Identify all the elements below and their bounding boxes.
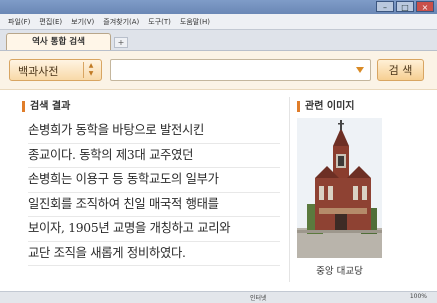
tab-history-search[interactable]: 역사 통합 검색 bbox=[6, 33, 111, 50]
new-tab-button[interactable]: + bbox=[114, 37, 128, 48]
cathedral-photo[interactable] bbox=[297, 118, 382, 258]
menu-file[interactable]: 파일(F) bbox=[8, 17, 30, 27]
result-line: 손병희가 동학을 바탕으로 발전시킨 bbox=[28, 119, 280, 144]
window-controls: – □ × bbox=[376, 1, 434, 12]
maximize-icon[interactable]: □ bbox=[396, 1, 414, 12]
menu-help[interactable]: 도움말(H) bbox=[180, 17, 210, 27]
status-bar: 인터넷 100% bbox=[0, 291, 437, 303]
menu-tools[interactable]: 도구(T) bbox=[148, 17, 171, 27]
minimize-icon[interactable]: – bbox=[376, 1, 394, 12]
search-bar: 백과사전 ▲ ▼ 검 색 bbox=[0, 51, 437, 90]
category-select[interactable]: 백과사전 ▲ ▼ bbox=[9, 59, 102, 81]
zoom-level[interactable]: 100% bbox=[410, 293, 427, 300]
category-label: 백과사전 bbox=[18, 65, 59, 78]
result-line: 보이자, 1905년 교명을 개칭하고 교리와 bbox=[28, 217, 280, 242]
result-line: 손병희는 이용구 등 동학교도의 일부가 bbox=[28, 168, 280, 193]
page-content: 백과사전 ▲ ▼ 검 색 검색 결과 관련 이미지 손병희가 동학을 바탕으로 발… bbox=[0, 51, 437, 291]
images-heading: 관련 이미지 bbox=[297, 101, 354, 112]
menu-bar: 파일(F) 편집(E) 보기(V) 즐겨찾기(A) 도구(T) 도움말(H) bbox=[0, 14, 437, 30]
menu-edit[interactable]: 편집(E) bbox=[39, 17, 62, 27]
status-zone: 인터넷 bbox=[250, 295, 267, 302]
chevron-down-icon[interactable] bbox=[356, 67, 364, 73]
search-button[interactable]: 검 색 bbox=[377, 59, 424, 81]
menu-view[interactable]: 보기(V) bbox=[71, 17, 94, 27]
title-bar: – □ × bbox=[0, 0, 437, 14]
image-caption: 중앙 대교당 bbox=[316, 266, 363, 277]
results-heading: 검색 결과 bbox=[22, 101, 70, 112]
result-line: 종교이다. 동학의 제3대 교주였던 bbox=[28, 144, 280, 168]
category-stepper-icon[interactable]: ▲ ▼ bbox=[83, 62, 98, 78]
result-line: 일진회를 조직하여 친일 매국적 행태를 bbox=[28, 193, 280, 217]
result-text: 손병희가 동학을 바탕으로 발전시킨 종교이다. 동학의 제3대 교주였던 손병… bbox=[28, 119, 280, 266]
close-icon[interactable]: × bbox=[416, 1, 434, 12]
search-input[interactable] bbox=[110, 59, 371, 81]
tab-strip: 역사 통합 검색 + bbox=[0, 30, 437, 51]
menu-favorites[interactable]: 즐겨찾기(A) bbox=[103, 17, 139, 27]
column-divider bbox=[289, 97, 290, 282]
result-line: 교단 조직을 새롭게 정비하였다. bbox=[28, 242, 280, 266]
